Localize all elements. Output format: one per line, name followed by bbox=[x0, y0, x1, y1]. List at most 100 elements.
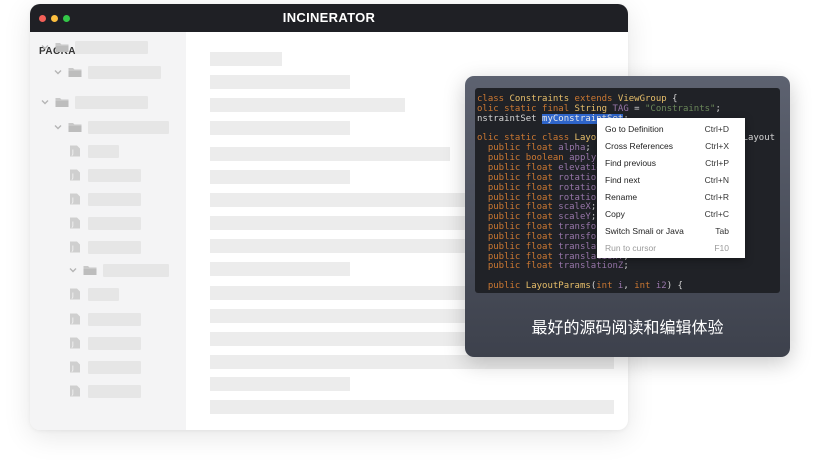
code-token: ; bbox=[590, 212, 597, 223]
chevron-down-icon[interactable] bbox=[40, 42, 50, 52]
file-icon: J bbox=[70, 385, 80, 397]
chevron-down-icon[interactable] bbox=[53, 122, 63, 132]
context-menu-item[interactable]: Run to cursor F10 bbox=[597, 240, 745, 257]
menu-item-shortcut: Ctrl+D bbox=[704, 124, 729, 134]
tree-folder-node[interactable] bbox=[30, 96, 186, 110]
code-token: float bbox=[525, 202, 559, 213]
svg-text:J: J bbox=[71, 197, 74, 204]
code-line: public float translationZ; bbox=[477, 262, 629, 272]
context-menu-item[interactable]: Copy Ctrl+C bbox=[597, 206, 745, 223]
context-menu: Go to Definition Ctrl+D Cross References Ct… bbox=[597, 118, 745, 258]
tree-node-label-placeholder bbox=[88, 145, 119, 158]
context-menu-item[interactable]: Find previous Ctrl+P bbox=[597, 155, 745, 172]
folder-icon bbox=[55, 98, 69, 107]
code-token: scaleX bbox=[558, 202, 591, 213]
file-icon: J bbox=[70, 337, 80, 349]
tree-node-label-placeholder bbox=[88, 193, 141, 206]
tree-file-node[interactable]: J bbox=[30, 385, 186, 399]
code-token: float bbox=[525, 162, 559, 173]
code-token: olic bbox=[477, 133, 505, 144]
code-token: String bbox=[574, 103, 613, 114]
content-line-placeholder bbox=[210, 170, 350, 184]
tree-node-label-placeholder bbox=[75, 41, 148, 54]
svg-text:J: J bbox=[71, 365, 74, 372]
context-menu-item[interactable]: Go to Definition Ctrl+D bbox=[597, 121, 745, 138]
tree-file-node[interactable]: J bbox=[30, 193, 186, 207]
code-token: LayoutParams bbox=[525, 281, 591, 292]
feature-caption: 最好的源码阅读和编辑体验 bbox=[531, 318, 724, 337]
chevron-down-icon[interactable] bbox=[40, 97, 50, 107]
code-token: final bbox=[542, 103, 575, 114]
code-token: ; bbox=[590, 202, 597, 213]
file-icon: J bbox=[70, 145, 80, 157]
tree-node-label-placeholder bbox=[88, 313, 141, 326]
menu-item-label: Go to Definition bbox=[605, 124, 664, 134]
tree-folder-node[interactable] bbox=[30, 121, 186, 135]
code-editor[interactable]: class Constraints extends ViewGroup {oli… bbox=[475, 88, 780, 293]
code-token: public bbox=[477, 202, 526, 213]
tree-file-node[interactable]: J bbox=[30, 361, 186, 375]
code-token: boolean bbox=[525, 153, 570, 164]
code-token: float bbox=[525, 172, 559, 183]
code-token: float bbox=[525, 143, 559, 154]
tree-node-label-placeholder bbox=[88, 385, 141, 398]
code-token: static bbox=[504, 103, 543, 114]
code-token: float bbox=[525, 241, 559, 252]
code-token: nstraintSet bbox=[477, 113, 543, 124]
context-menu-item[interactable]: Find next Ctrl+N bbox=[597, 172, 745, 189]
chevron-down-icon[interactable] bbox=[68, 265, 78, 275]
tree-file-node[interactable]: J bbox=[30, 169, 186, 183]
code-token: alpha bbox=[558, 143, 586, 154]
menu-item-label: Find previous bbox=[605, 158, 657, 168]
code-token: public bbox=[477, 251, 526, 262]
code-token: translationZ bbox=[558, 261, 624, 272]
content-line-placeholder bbox=[210, 98, 405, 112]
menu-item-shortcut: Ctrl+N bbox=[704, 175, 729, 185]
content-line-placeholder bbox=[210, 400, 614, 414]
code-token: Constraints bbox=[509, 94, 575, 104]
code-token: public bbox=[477, 153, 526, 164]
file-icon: J bbox=[70, 361, 80, 373]
code-token: int bbox=[634, 281, 656, 292]
menu-item-label: Switch Smali or Java bbox=[605, 226, 684, 236]
code-line: public LayoutParams(int i, int i2) { bbox=[477, 281, 683, 292]
chevron-down-icon[interactable] bbox=[53, 67, 63, 77]
code-token: public bbox=[477, 261, 526, 272]
context-menu-item[interactable]: Cross References Ctrl+X bbox=[597, 138, 745, 155]
tree-folder-node[interactable] bbox=[30, 41, 186, 55]
code-token: i2 bbox=[655, 281, 667, 292]
tree-node-label-placeholder bbox=[88, 121, 169, 134]
menu-item-shortcut: Ctrl+R bbox=[704, 192, 729, 202]
tree-file-node[interactable]: J bbox=[30, 241, 186, 255]
menu-item-label: Find next bbox=[605, 175, 640, 185]
content-line-placeholder bbox=[210, 355, 614, 369]
folder-icon bbox=[55, 43, 69, 52]
tree-file-node[interactable]: J bbox=[30, 217, 186, 231]
tree-node-label-placeholder bbox=[88, 241, 141, 254]
context-menu-item[interactable]: Switch Smali or Java Tab bbox=[597, 223, 745, 240]
menu-item-label: Copy bbox=[605, 209, 625, 219]
content-line-placeholder bbox=[210, 121, 350, 135]
folder-icon bbox=[83, 266, 97, 275]
tree-file-node[interactable]: J bbox=[30, 337, 186, 351]
code-token: float bbox=[525, 261, 559, 272]
menu-item-shortcut: Ctrl+X bbox=[705, 141, 729, 151]
svg-text:J: J bbox=[71, 341, 74, 348]
tree-node-label-placeholder bbox=[88, 337, 141, 350]
code-token: class bbox=[542, 133, 575, 144]
code-token: public bbox=[477, 231, 526, 242]
file-icon: J bbox=[70, 217, 80, 229]
svg-text:J: J bbox=[71, 149, 74, 156]
content-line-placeholder bbox=[210, 147, 450, 161]
tree-folder-node[interactable] bbox=[30, 264, 186, 278]
context-menu-item[interactable]: Rename Ctrl+R bbox=[597, 189, 745, 206]
tree-file-node[interactable]: J bbox=[30, 288, 186, 302]
tree-folder-node[interactable] bbox=[30, 66, 186, 80]
code-token: public bbox=[477, 162, 526, 173]
svg-text:J: J bbox=[71, 221, 74, 228]
content-line-placeholder bbox=[210, 52, 282, 66]
tree-file-node[interactable]: J bbox=[30, 313, 186, 327]
code-token: ViewGroup bbox=[617, 94, 673, 104]
content-line-placeholder bbox=[210, 377, 350, 391]
tree-file-node[interactable]: J bbox=[30, 145, 186, 159]
